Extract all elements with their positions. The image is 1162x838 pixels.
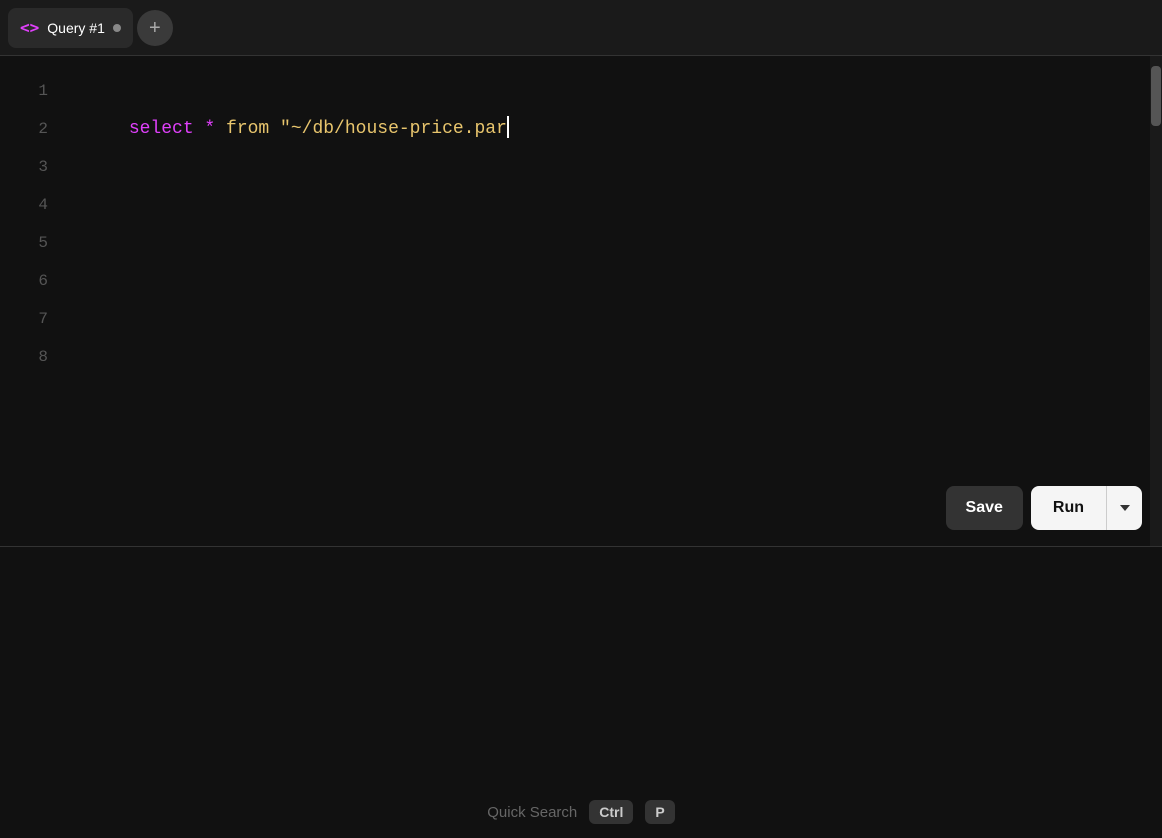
code-editor[interactable]: select * from "~/db/house-price.par xyxy=(56,56,1150,546)
line-number-7: 7 xyxy=(8,300,48,338)
add-tab-button[interactable]: + xyxy=(137,10,173,46)
code-line-1: select * from "~/db/house-price.par xyxy=(64,72,1142,186)
editor-toolbar: Save Run xyxy=(946,486,1142,530)
status-bar: Quick Search Ctrl P xyxy=(0,786,1162,838)
keyword-star: * xyxy=(194,119,226,139)
line-number-8: 8 xyxy=(8,338,48,376)
quick-search-label: Quick Search xyxy=(487,804,577,821)
line-number-3: 3 xyxy=(8,148,48,186)
run-button-group: Run xyxy=(1031,486,1142,530)
line-number-2: 2 xyxy=(8,110,48,148)
tab-bar: <> Query #1 + xyxy=(0,0,1162,56)
scrollbar-track[interactable] xyxy=(1150,56,1162,546)
keyword-from: from xyxy=(226,119,269,139)
scrollbar-thumb[interactable] xyxy=(1151,66,1161,126)
line-number-4: 4 xyxy=(8,186,48,224)
keyword-select: select xyxy=(129,119,194,139)
run-button[interactable]: Run xyxy=(1031,486,1106,530)
tab-title: Query #1 xyxy=(47,20,105,36)
line-number-5: 5 xyxy=(8,224,48,262)
text-cursor xyxy=(507,116,509,138)
kbd-ctrl: Ctrl xyxy=(589,800,633,824)
chevron-down-icon xyxy=(1120,505,1130,511)
tab-query-1[interactable]: <> Query #1 xyxy=(8,8,133,48)
string-path: "~/db/house-price.par xyxy=(269,119,507,139)
line-numbers: 1 2 3 4 5 6 7 8 xyxy=(0,56,56,546)
line-number-1: 1 xyxy=(8,72,48,110)
save-button[interactable]: Save xyxy=(946,486,1023,530)
editor-container: 1 2 3 4 5 6 7 8 select * from "~/db/hous… xyxy=(0,56,1162,546)
query-icon: <> xyxy=(20,18,39,37)
run-dropdown-button[interactable] xyxy=(1106,486,1142,530)
line-number-6: 6 xyxy=(8,262,48,300)
kbd-p: P xyxy=(645,800,674,824)
tab-unsaved-dot xyxy=(113,24,121,32)
